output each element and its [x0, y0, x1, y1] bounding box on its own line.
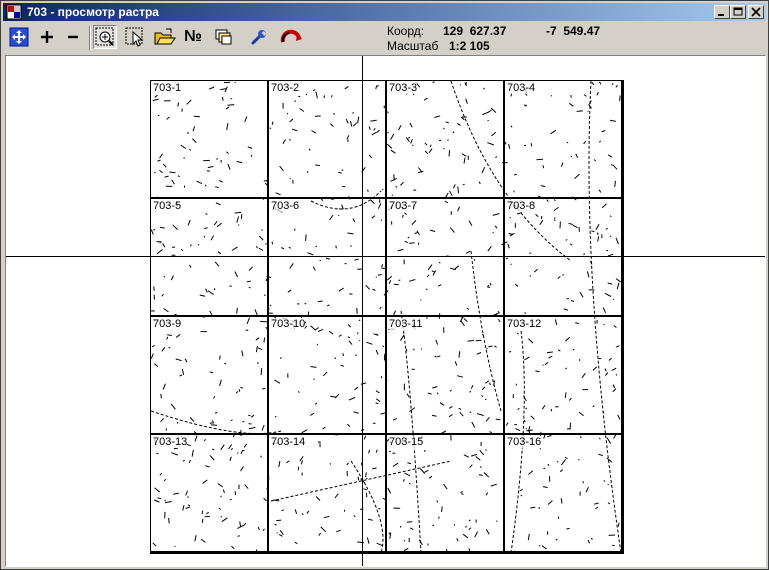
- coord-label: Коорд:: [387, 24, 425, 38]
- toolbar-separator: [89, 26, 91, 50]
- raster-tile-label: 703-15: [389, 436, 424, 448]
- maximize-icon: [733, 7, 743, 16]
- crosshair-vertical: [362, 56, 363, 566]
- zoom-in-button[interactable]: [35, 25, 59, 49]
- raster-tile[interactable]: 703-5: [151, 199, 269, 317]
- zoom-window-button[interactable]: [93, 25, 117, 49]
- copy-pages-icon: [215, 29, 232, 45]
- raster-tile-label: 703-14: [271, 436, 306, 448]
- raster-tile-label: 703-2: [271, 82, 300, 94]
- copy-button[interactable]: [211, 25, 235, 49]
- close-icon: [751, 7, 761, 17]
- coord-x-value: 129 627.37: [443, 24, 507, 38]
- open-button[interactable]: [153, 25, 177, 49]
- select-cursor-icon: [125, 27, 144, 47]
- raster-tile[interactable]: 703-12: [505, 317, 623, 435]
- raster-tile-label: 703-6: [271, 200, 300, 212]
- title-bar[interactable]: 703 - просмотр растра: [3, 3, 766, 21]
- raster-tile[interactable]: 703-6: [269, 199, 387, 317]
- maximize-button[interactable]: [730, 5, 746, 19]
- raster-tile-label: 703-10: [271, 318, 306, 330]
- raster-tile[interactable]: 703-9: [151, 317, 269, 435]
- wrench-icon: [251, 30, 267, 45]
- raster-canvas[interactable]: 703-1 703-2 703-3 703-4 703-5 703-6 703-7 703-8…: [5, 55, 766, 567]
- raster-tile[interactable]: 703-11: [387, 317, 505, 435]
- raster-tile[interactable]: 703-14: [269, 435, 387, 553]
- raster-tile-label: 703-5: [153, 200, 182, 212]
- close-button[interactable]: [748, 5, 764, 19]
- raster-tile-label: 703-4: [507, 82, 536, 94]
- raster-tile-label: 703-1: [153, 82, 182, 94]
- app-icon: [6, 4, 22, 20]
- raster-tile[interactable]: 703-2: [269, 81, 387, 199]
- zoom-out-button[interactable]: [61, 25, 85, 49]
- window-title: 703 - просмотр растра: [27, 5, 159, 19]
- raster-tile[interactable]: 703-16: [505, 435, 623, 553]
- minus-icon: [68, 35, 78, 39]
- exit-button[interactable]: [279, 25, 303, 49]
- select-button[interactable]: [123, 25, 147, 49]
- number-sign-icon: №: [184, 28, 202, 45]
- raster-tile[interactable]: 703-15: [387, 435, 505, 553]
- raster-tile-label: 703-8: [507, 200, 536, 212]
- scale-label: Масштаб: [387, 39, 439, 53]
- raster-viewer-window: 703 - просмотр растра № Коорд: 129 627.3…: [0, 0, 769, 570]
- red-arc-icon: [280, 29, 302, 43]
- toolbar: № Коорд: 129 627.37 -7 549.47 Масштаб 1:…: [3, 23, 766, 53]
- crosshair-horizontal: [6, 256, 765, 257]
- raster-tile-label: 703-9: [153, 318, 182, 330]
- plus-icon: [41, 31, 53, 43]
- raster-tile[interactable]: 703-10: [269, 317, 387, 435]
- raster-tile-label: 703-12: [507, 318, 542, 330]
- minimize-icon: [718, 14, 724, 16]
- raster-tile-label: 703-3: [389, 82, 418, 94]
- folder-open-icon: [154, 28, 176, 45]
- scale-value: 1:2 105: [449, 39, 490, 53]
- zoom-rect-icon: [95, 27, 114, 46]
- raster-tile[interactable]: 703-7: [387, 199, 505, 317]
- raster-tile[interactable]: 703-8: [505, 199, 623, 317]
- raster-sheet-grid[interactable]: 703-1 703-2 703-3 703-4 703-5 703-6 703-7 703-8…: [150, 80, 624, 554]
- pan-all-button[interactable]: [7, 25, 31, 49]
- raster-tile[interactable]: 703-3: [387, 81, 505, 199]
- raster-tile[interactable]: 703-4: [505, 81, 623, 199]
- number-button[interactable]: №: [181, 25, 205, 49]
- minimize-button[interactable]: [714, 5, 730, 19]
- settings-button[interactable]: [247, 25, 271, 49]
- raster-tile[interactable]: 703-1: [151, 81, 269, 199]
- raster-tile-label: 703-11: [389, 318, 423, 330]
- raster-tile-label: 703-7: [389, 200, 418, 212]
- raster-tile[interactable]: 703-13: [151, 435, 269, 553]
- raster-tile-label: 703-13: [153, 436, 188, 448]
- coord-y-value: -7 549.47: [546, 24, 601, 38]
- raster-tile-label: 703-16: [507, 436, 542, 448]
- move-arrows-icon: [9, 27, 29, 47]
